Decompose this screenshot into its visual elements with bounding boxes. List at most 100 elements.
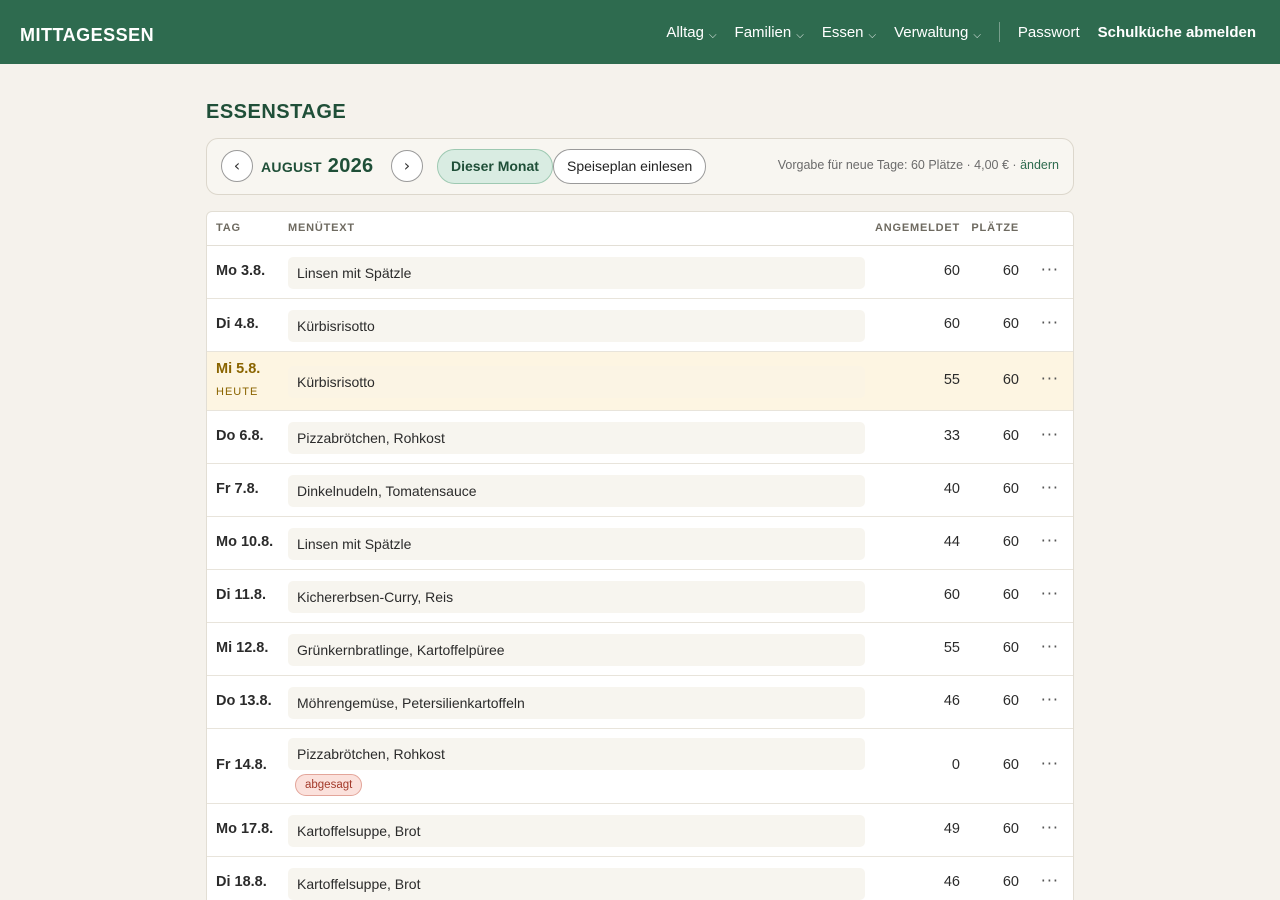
seats-count[interactable]: 60 [979, 534, 1019, 550]
seats-count[interactable]: 60 [979, 263, 1019, 279]
nav-item-label: Essen [821, 23, 864, 41]
month-toolbar: ‹ August 2026 › Dieser Monat Speiseplan … [206, 138, 1074, 195]
more-options-icon[interactable]: ··· [1041, 871, 1059, 890]
nav-item-label: Familien [734, 23, 792, 41]
previous-month-button[interactable]: ‹ [221, 150, 253, 182]
row-day: Do 6.8. [216, 428, 264, 444]
nav-familien[interactable]: Familien ⌵ [735, 24, 804, 41]
chevron-down-icon: ⌵ [973, 29, 981, 41]
table-row: Di 11.8. Kichererbsen-Curry, Reis 60 60 … [207, 570, 1073, 623]
row-day: Di 18.8. [216, 874, 267, 890]
nav-password-link[interactable]: Passwort [1018, 24, 1080, 41]
today-label: HEUTE [216, 386, 259, 398]
current-month-button[interactable]: Dieser Monat [437, 149, 553, 184]
registered-count: 0 [951, 757, 960, 773]
more-options-icon[interactable]: ··· [1041, 313, 1059, 332]
menu-text-field[interactable]: Möhrengemüse, Petersilienkartoffeln [288, 687, 865, 719]
registered-count: 60 [943, 316, 960, 332]
nav-alltag[interactable]: Alltag ⌵ [666, 24, 716, 41]
more-options-icon[interactable]: ··· [1041, 531, 1059, 550]
nav-item-label: Alltag [666, 23, 704, 41]
more-options-icon[interactable]: ··· [1041, 584, 1059, 603]
chevron-down-icon: ⌵ [868, 29, 877, 41]
nav-item-label: Verwaltung [894, 23, 969, 41]
menu-text-field[interactable]: Grünkernbratlinge, Kartoffelpüree [288, 634, 865, 666]
table-row: Mo 3.8. Linsen mit Spätzle 60 60 ··· [207, 246, 1073, 299]
next-month-button[interactable]: › [391, 150, 423, 182]
menu-text-field[interactable]: Pizzabrötchen, Rohkost [288, 738, 865, 770]
registered-count: 60 [943, 263, 960, 279]
menu-text-field[interactable]: Linsen mit Spätzle [288, 528, 865, 560]
registered-count: 46 [943, 874, 960, 890]
nav-essen[interactable]: Essen ⌵ [822, 24, 876, 41]
change-defaults-link[interactable]: ändern [1020, 158, 1059, 172]
row-day: Di 11.8. [216, 587, 266, 603]
seats-count[interactable]: 60 [979, 481, 1019, 497]
column-header-day: TAG [216, 222, 241, 234]
more-options-icon[interactable]: ··· [1041, 637, 1059, 656]
registered-count: 46 [943, 693, 960, 709]
registered-count: 55 [943, 372, 960, 388]
more-options-icon[interactable]: ··· [1041, 754, 1059, 773]
seats-count[interactable]: 60 [979, 693, 1019, 709]
main-nav: Alltag ⌵ Familien ⌵ Essen ⌵ Verwaltung ⌵… [648, 0, 1256, 64]
seats-count[interactable]: 60 [979, 372, 1019, 388]
table-row: Do 6.8. Pizzabrötchen, Rohkost 33 60 ··· [207, 411, 1073, 464]
row-day: Mo 10.8. [216, 534, 274, 550]
table-row-cancelled: Fr 14.8. Pizzabrötchen, Rohkost abgesagt… [207, 729, 1073, 804]
menu-text-field[interactable]: Kürbisrisotto [288, 366, 865, 398]
column-header-menu: MENÜTEXT [288, 222, 355, 234]
defaults-info: Vorgabe für neue Tage: 60 Plätze · 4,00 … [778, 158, 1059, 172]
seats-count[interactable]: 60 [979, 640, 1019, 656]
more-options-icon[interactable]: ··· [1041, 818, 1059, 837]
import-menu-plan-button[interactable]: Speiseplan einlesen [553, 149, 707, 184]
seats-count[interactable]: 60 [979, 874, 1019, 890]
month-label: August 2026 [261, 155, 374, 177]
menu-text-field[interactable]: Kichererbsen-Curry, Reis [288, 581, 865, 613]
table-row-today: Mi 5.8. HEUTE Kürbisrisotto 55 60 ··· [207, 352, 1073, 411]
registered-count: 60 [943, 587, 960, 603]
menu-text-field[interactable]: Kürbisrisotto [288, 310, 865, 342]
table-row: Di 18.8. Kartoffelsuppe, Brot 46 60 ··· [207, 857, 1073, 900]
menu-text-field[interactable]: Dinkelnudeln, Tomatensauce [288, 475, 865, 507]
registered-count: 33 [943, 428, 960, 444]
table-row: Do 13.8. Möhrengemüse, Petersilienkartof… [207, 676, 1073, 729]
row-day: Fr 7.8. [216, 481, 259, 497]
chevron-down-icon: ⌵ [708, 29, 717, 41]
top-navigation-bar: Mittagessen Alltag ⌵ Familien ⌵ Essen ⌵ … [0, 0, 1280, 64]
registered-count: 40 [943, 481, 960, 497]
more-options-icon[interactable]: ··· [1041, 369, 1059, 388]
row-day: Mo 3.8. [216, 263, 266, 279]
table-row: Fr 7.8. Dinkelnudeln, Tomatensauce 40 60… [207, 464, 1073, 517]
row-day: Mi 5.8. [216, 361, 261, 377]
seats-count[interactable]: 60 [979, 428, 1019, 444]
row-day: Di 4.8. [216, 316, 259, 332]
row-day: Mo 17.8. [216, 821, 274, 837]
more-options-icon[interactable]: ··· [1041, 690, 1059, 709]
menu-text-field[interactable]: Kartoffelsuppe, Brot [288, 815, 865, 847]
seats-count[interactable]: 60 [979, 587, 1019, 603]
seats-count[interactable]: 60 [979, 757, 1019, 773]
nav-verwaltung[interactable]: Verwaltung ⌵ [894, 24, 981, 41]
menu-text-field[interactable]: Pizzabrötchen, Rohkost [288, 422, 865, 454]
seats-count[interactable]: 60 [979, 821, 1019, 837]
app-logo[interactable]: Mittagessen [20, 17, 154, 47]
more-options-icon[interactable]: ··· [1041, 425, 1059, 444]
column-header-registered: ANGEMELDET [875, 222, 960, 234]
page-title: Essenstage [206, 93, 347, 124]
column-header-seats: PLÄTZE [971, 222, 1019, 234]
chevron-down-icon: ⌵ [796, 29, 804, 41]
more-options-icon[interactable]: ··· [1041, 478, 1059, 497]
table-row: Mi 12.8. Grünkernbratlinge, Kartoffelpür… [207, 623, 1073, 676]
cancelled-badge: abgesagt [295, 774, 363, 796]
seats-count[interactable]: 60 [979, 316, 1019, 332]
table-row: Di 4.8. Kürbisrisotto 60 60 ··· [207, 299, 1073, 352]
row-day: Mi 12.8. [216, 640, 269, 656]
nav-divider [998, 22, 1000, 42]
menu-text-field[interactable]: Linsen mit Spätzle [288, 257, 865, 289]
logout-link[interactable]: Schulküche abmelden [1098, 24, 1256, 41]
table-header: TAG MENÜTEXT ANGEMELDET PLÄTZE [207, 212, 1073, 246]
menu-text-field[interactable]: Kartoffelsuppe, Brot [288, 868, 865, 900]
row-day: Do 13.8. [216, 693, 272, 709]
more-options-icon[interactable]: ··· [1041, 260, 1059, 279]
